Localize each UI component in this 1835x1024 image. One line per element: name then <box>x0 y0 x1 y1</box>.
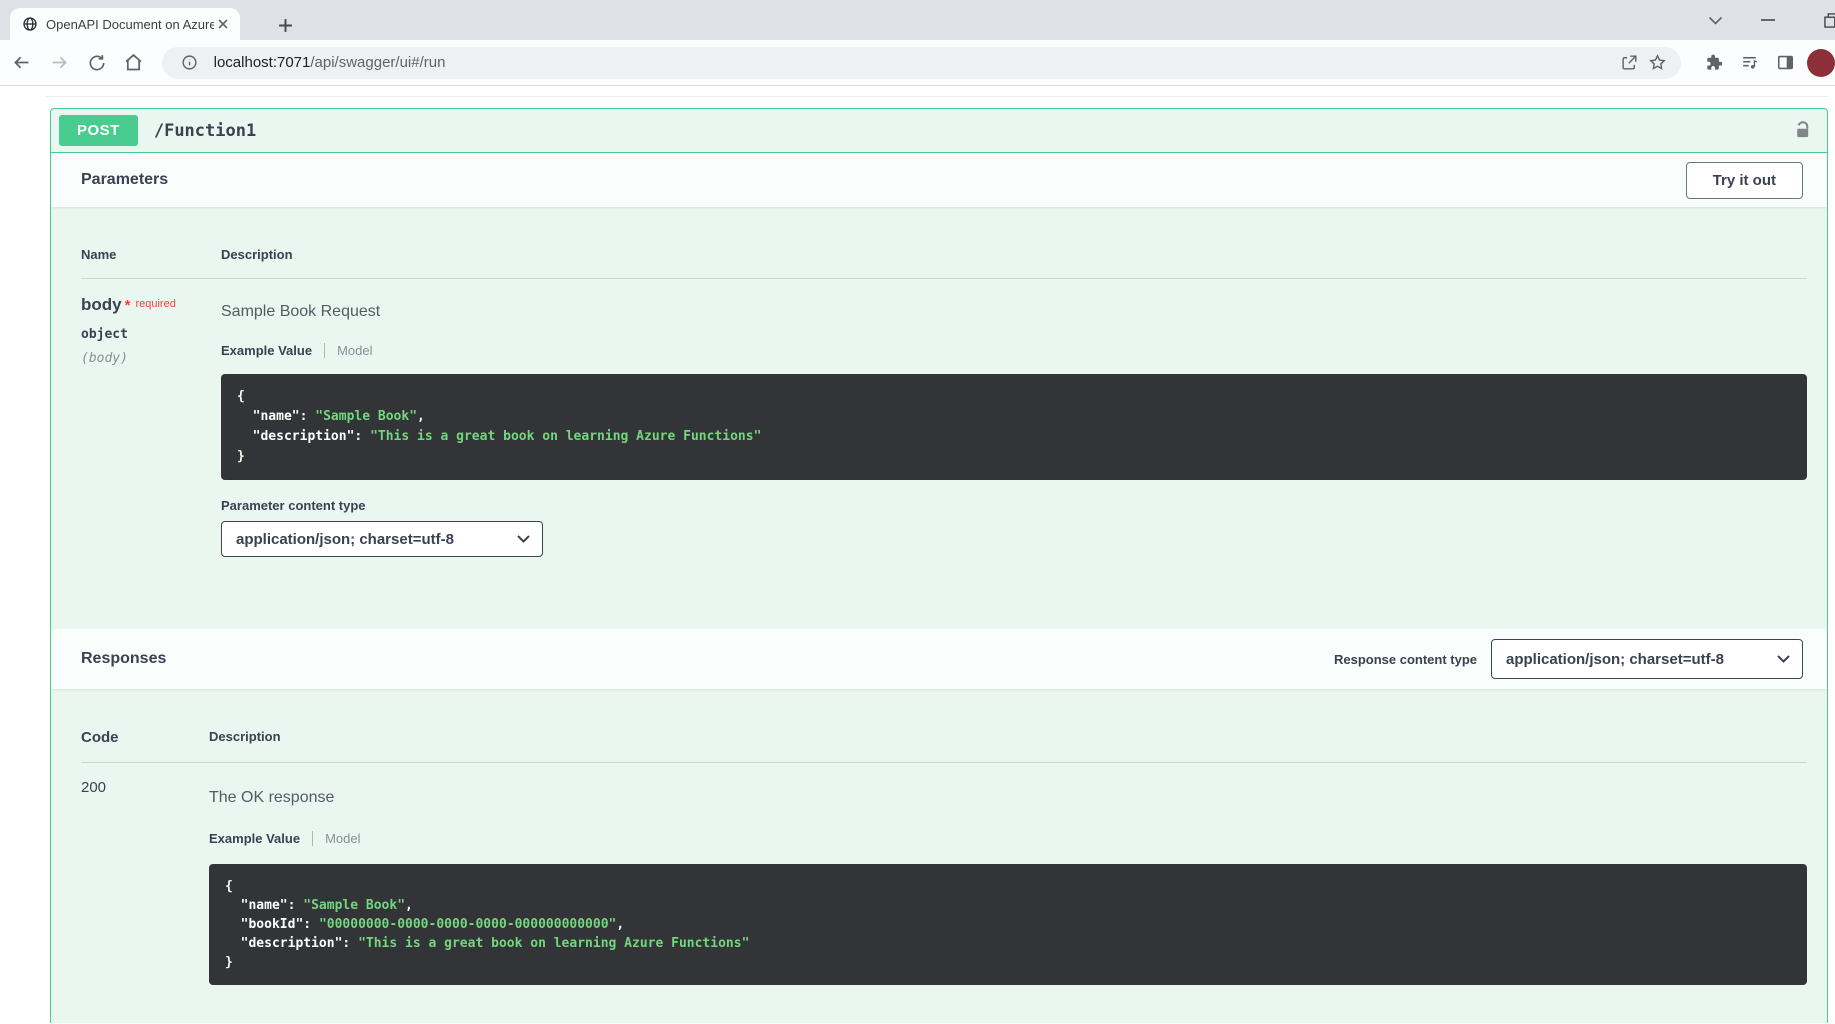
parameter-type: object <box>81 327 221 342</box>
response-row-200: 200 The OK response Example Value Model … <box>81 763 1807 985</box>
toolbar-extensions-area <box>1691 49 1835 77</box>
url-text[interactable]: localhost:7071/api/swagger/ui#/run <box>214 54 1615 71</box>
parameter-content-type-label: Parameter content type <box>221 498 1807 513</box>
tab-example-value[interactable]: Example Value <box>221 343 325 358</box>
responses-body: Code Description 200 The OK response Exa… <box>51 689 1827 1015</box>
required-label: required <box>135 298 175 310</box>
chevron-down-icon <box>1777 655 1790 663</box>
tab-model[interactable]: Model <box>325 343 372 358</box>
back-button[interactable] <box>6 47 37 79</box>
tab-title: OpenAPI Document on Azure Fu <box>46 17 214 32</box>
parameter-meta: body* required object (body) <box>81 295 221 557</box>
col-description: Description <box>221 247 1807 262</box>
section-divider <box>45 96 1828 97</box>
window-restore-icon[interactable] <box>1816 0 1835 40</box>
share-icon[interactable] <box>1615 49 1643 77</box>
response-tab-example-value[interactable]: Example Value <box>209 831 313 846</box>
response-description-cell: The OK response Example Value Model { "n… <box>209 779 1807 985</box>
parameter-content-type-select[interactable]: application/json; charset=utf-8 <box>221 521 543 557</box>
opblock-summary[interactable]: POST /Function1 <box>51 109 1827 153</box>
browser-tab[interactable]: OpenAPI Document on Azure Fu <box>10 8 240 40</box>
parameters-header: Parameters Try it out <box>51 153 1827 207</box>
http-method-badge: POST <box>59 115 138 146</box>
example-model-tabs: Example Value Model <box>221 343 1807 358</box>
parameter-summary: Sample Book Request <box>221 303 1807 321</box>
parameters-body: Name Description body* required object (b… <box>51 207 1827 629</box>
tab-search-chevron-icon[interactable] <box>1700 0 1730 40</box>
response-content-type-label: Response content type <box>1334 652 1477 667</box>
response-description: The OK response <box>209 789 1807 807</box>
side-panel-icon[interactable] <box>1771 49 1799 77</box>
browser-toolbar: localhost:7071/api/swagger/ui#/run <box>0 40 1835 86</box>
address-bar[interactable]: localhost:7071/api/swagger/ui#/run <box>162 47 1681 79</box>
response-content-type-value: application/json; charset=utf-8 <box>1506 651 1724 668</box>
parameter-location: (body) <box>81 351 221 366</box>
url-domain: localhost:7071 <box>214 54 311 71</box>
response-content-type-select[interactable]: application/json; charset=utf-8 <box>1491 639 1803 679</box>
responses-header: Responses Response content type applicat… <box>51 629 1827 689</box>
try-it-out-button[interactable]: Try it out <box>1686 162 1803 199</box>
site-info-icon[interactable] <box>176 49 204 77</box>
response-example-model-tabs: Example Value Model <box>209 831 1807 846</box>
parameters-table-head: Name Description <box>81 247 1807 279</box>
forward-button[interactable] <box>43 47 74 79</box>
parameter-description-cell: Sample Book Request Example Value Model … <box>221 295 1807 557</box>
request-example-code[interactable]: { "name": "Sample Book", "description": … <box>221 374 1807 480</box>
responses-table-head: Code Description <box>81 729 1807 763</box>
bookmark-star-icon[interactable] <box>1643 49 1671 77</box>
home-button[interactable] <box>118 47 149 79</box>
response-example-code[interactable]: { "name": "Sample Book", "bookId": "0000… <box>209 864 1807 985</box>
media-controls-icon[interactable] <box>1735 49 1763 77</box>
tab-close-icon[interactable] <box>214 15 232 33</box>
responses-title: Responses <box>81 650 1334 668</box>
response-code: 200 <box>81 779 209 985</box>
parameter-row-body: body* required object (body) Sample Book … <box>81 279 1807 557</box>
parameters-title: Parameters <box>81 171 1686 189</box>
chevron-down-icon <box>517 535 530 543</box>
col-name: Name <box>81 247 221 262</box>
window-minimize-icon[interactable] <box>1753 0 1783 40</box>
profile-avatar[interactable] <box>1807 49 1835 77</box>
parameters-spacer <box>81 557 1807 629</box>
required-star: * <box>125 297 131 314</box>
tab-strip: OpenAPI Document on Azure Fu <box>0 0 1835 40</box>
parameter-name: body <box>81 295 122 314</box>
extensions-puzzle-icon[interactable] <box>1699 49 1727 77</box>
swagger-page: POST /Function1 Parameters Try it out Na… <box>0 86 1835 1023</box>
url-path: /api/swagger/ui#/run <box>310 54 445 71</box>
browser-window: OpenAPI Document on Azure Fu <box>0 0 1835 1024</box>
parameter-content-type-value: application/json; charset=utf-8 <box>236 531 454 548</box>
endpoint-path: /Function1 <box>154 121 1792 141</box>
response-tab-model[interactable]: Model <box>313 831 360 846</box>
new-tab-button[interactable] <box>272 12 298 38</box>
reload-button[interactable] <box>81 47 112 79</box>
globe-favicon-icon <box>22 16 38 32</box>
opblock-post-function1: POST /Function1 Parameters Try it out Na… <box>50 108 1828 1023</box>
col-code: Code <box>81 729 209 746</box>
response-content-type-group: Response content type application/json; … <box>1334 639 1803 679</box>
col-resp-description: Description <box>209 729 1807 746</box>
auth-unlocked-icon[interactable] <box>1792 120 1813 141</box>
